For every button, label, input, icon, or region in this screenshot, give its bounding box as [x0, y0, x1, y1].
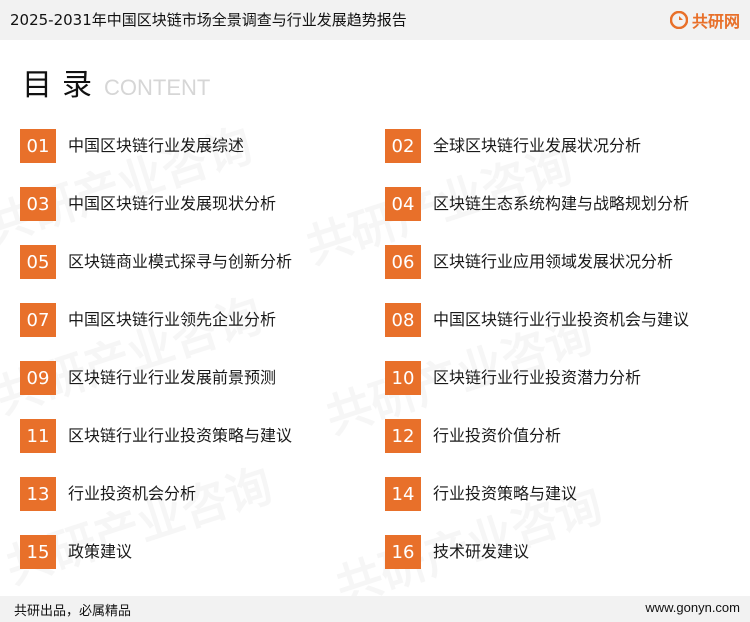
toc-number: 04 — [385, 187, 421, 221]
toc-number: 10 — [385, 361, 421, 395]
toc-label: 区块链行业行业发展前景预测 — [68, 368, 277, 387]
toc-label: 区块链行业行业投资潜力分析 — [433, 368, 642, 387]
heading-sub: CONTENT — [104, 75, 211, 100]
toc-item-14[interactable]: 14 行业投资策略与建议 — [385, 475, 715, 513]
footer-url[interactable]: www.gonyn.com — [645, 600, 740, 615]
toc-item-01[interactable]: 01 中国区块链行业发展综述 — [20, 127, 350, 165]
toc-item-04[interactable]: 04 区块链生态系统构建与战略规划分析 — [385, 185, 715, 223]
toc-label: 中国区块链行业领先企业分析 — [68, 310, 277, 329]
heading-main: 目录 — [22, 68, 102, 103]
toc-number: 16 — [385, 535, 421, 569]
toc-label: 区块链行业行业投资策略与建议 — [68, 426, 293, 445]
toc-number: 05 — [20, 245, 56, 279]
toc-label: 行业投资机会分析 — [68, 484, 197, 503]
toc-label: 中国区块链行业行业投资机会与建议 — [433, 310, 690, 329]
brand-name: 共研网 — [691, 12, 740, 31]
toc-number: 13 — [20, 477, 56, 511]
toc-number: 07 — [20, 303, 56, 337]
toc-number: 02 — [385, 129, 421, 163]
toc-label: 中国区块链行业发展综述 — [68, 136, 245, 155]
toc-item-07[interactable]: 07 中国区块链行业领先企业分析 — [20, 301, 350, 339]
toc-number: 15 — [20, 535, 56, 569]
toc-label: 政策建议 — [68, 542, 133, 561]
header-bar: 2025-2031年中国区块链市场全景调查与行业发展趋势报告 共研网 — [0, 0, 750, 40]
toc-number: 12 — [385, 419, 421, 453]
toc-item-05[interactable]: 05 区块链商业模式探寻与创新分析 — [20, 243, 350, 281]
table-of-contents: 01 中国区块链行业发展综述 02 全球区块链行业发展状况分析 03 中国区块链… — [20, 127, 720, 569]
toc-label: 区块链行业应用领域发展状况分析 — [433, 252, 674, 271]
toc-item-02[interactable]: 02 全球区块链行业发展状况分析 — [385, 127, 715, 165]
toc-item-06[interactable]: 06 区块链行业应用领域发展状况分析 — [385, 243, 715, 281]
toc-number: 09 — [20, 361, 56, 395]
brand-logo: 共研网 — [669, 8, 740, 32]
toc-label: 中国区块链行业发展现状分析 — [68, 194, 277, 213]
toc-item-13[interactable]: 13 行业投资机会分析 — [20, 475, 350, 513]
toc-item-09[interactable]: 09 区块链行业行业发展前景预测 — [20, 359, 350, 397]
toc-number: 06 — [385, 245, 421, 279]
toc-label: 行业投资策略与建议 — [433, 484, 578, 503]
toc-item-16[interactable]: 16 技术研发建议 — [385, 533, 715, 571]
toc-label: 行业投资价值分析 — [433, 426, 562, 445]
footer-slogan: 共研出品，必属精品 — [14, 604, 132, 619]
toc-item-08[interactable]: 08 中国区块链行业行业投资机会与建议 — [385, 301, 715, 339]
toc-item-03[interactable]: 03 中国区块链行业发展现状分析 — [20, 185, 350, 223]
footer-bar: 共研出品，必属精品 www.gonyn.com — [0, 596, 750, 622]
toc-number: 03 — [20, 187, 56, 221]
toc-label: 区块链商业模式探寻与创新分析 — [68, 252, 293, 271]
toc-item-10[interactable]: 10 区块链行业行业投资潜力分析 — [385, 359, 715, 397]
contents-heading: 目录 CONTENT — [22, 60, 210, 104]
brand-icon — [669, 11, 688, 29]
toc-number: 01 — [20, 129, 56, 163]
toc-item-11[interactable]: 11 区块链行业行业投资策略与建议 — [20, 417, 350, 455]
toc-label: 技术研发建议 — [433, 542, 530, 561]
toc-label: 区块链生态系统构建与战略规划分析 — [433, 194, 690, 213]
toc-item-15[interactable]: 15 政策建议 — [20, 533, 350, 571]
report-title: 2025-2031年中国区块链市场全景调查与行业发展趋势报告 — [10, 11, 407, 29]
toc-number: 11 — [20, 419, 56, 453]
toc-label: 全球区块链行业发展状况分析 — [433, 136, 642, 155]
toc-number: 14 — [385, 477, 421, 511]
toc-number: 08 — [385, 303, 421, 337]
toc-item-12[interactable]: 12 行业投资价值分析 — [385, 417, 715, 455]
